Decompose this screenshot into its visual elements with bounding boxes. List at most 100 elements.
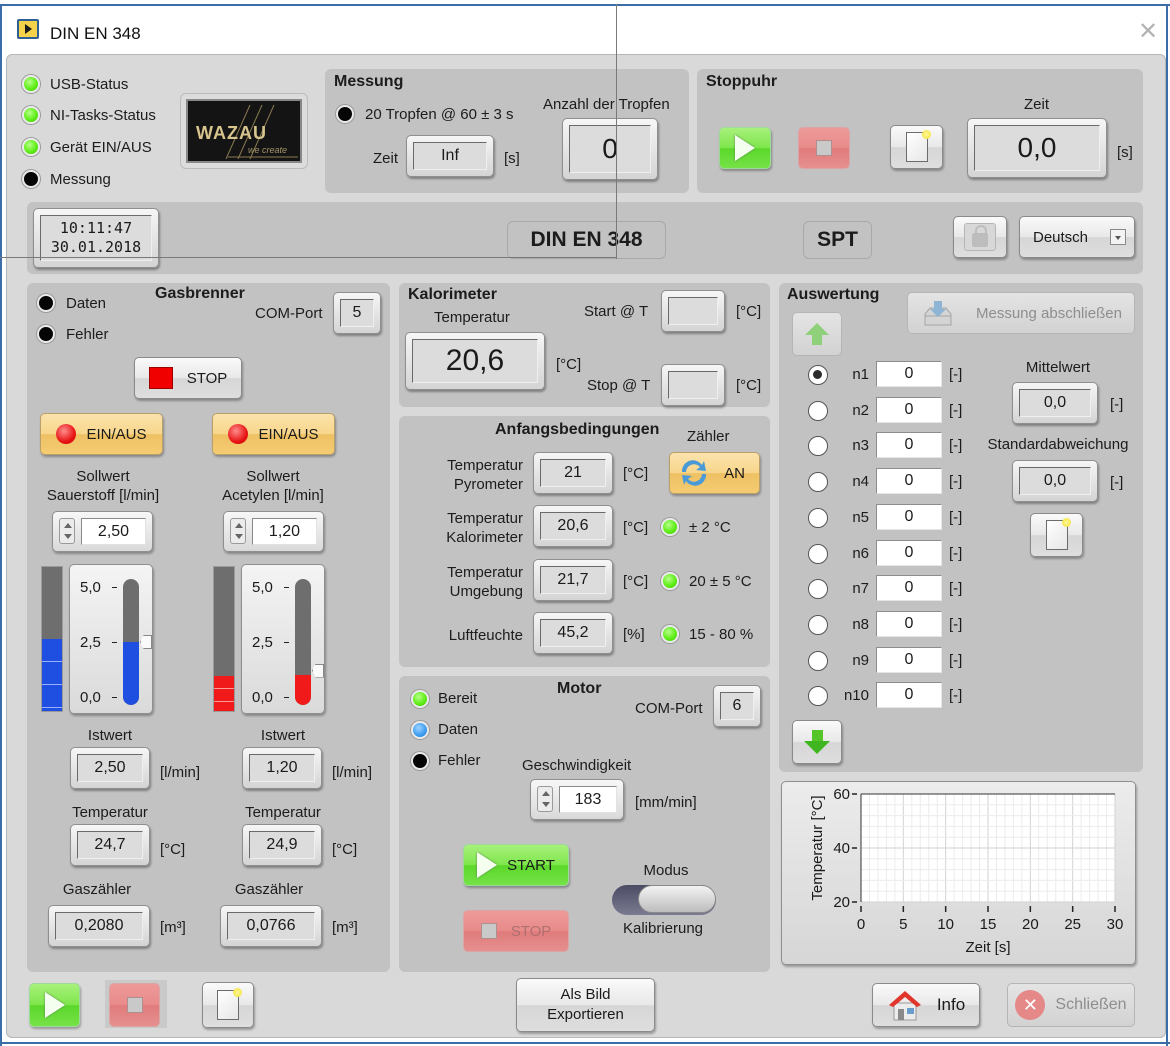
info-button[interactable]: Info [872,983,980,1027]
sauerstoff-sollwert-label-1: Sollwert [76,468,130,485]
acetylen-sollwert-stepper[interactable]: 1,20 [223,511,324,552]
stoppuhr-stop-button[interactable] [798,127,850,169]
export-image-button[interactable]: Als Bild Exportieren [516,978,655,1032]
datetime-display: 10:11:47 30.01.2018 [33,208,159,268]
tick-mark [284,697,289,698]
start-at-t-value[interactable] [668,297,718,325]
close-icon[interactable]: ✕ [1138,20,1158,44]
x-tick-label: 5 [899,916,907,933]
sauerstoff-tick-mid: 2,5 [80,634,101,651]
umgebung-display: 21,7 [533,559,613,601]
title-bar: DIN EN 348 ✕ [2,6,1166,52]
guide-line-horizontal [0,257,617,258]
stop-at-t-unit: [°C] [736,377,762,394]
speed-stepper[interactable]: 183 [530,779,624,820]
tropfen-count-display: 0 [562,118,658,180]
sauerstoff-gas-value: 0,2080 [55,912,143,940]
sauerstoff-bar-meter [41,566,63,712]
sauerstoff-stepper-arrows[interactable] [59,518,75,544]
date-value: 30.01.2018 [50,238,142,256]
acetylen-toggle-button[interactable]: EIN/AUS [212,413,335,455]
modus-label: Modus [643,862,689,879]
main-stop-button[interactable] [109,983,160,1027]
window-border-bottom [0,1042,1170,1044]
zaehler-label: Zähler [687,428,730,445]
n-row-radio[interactable] [808,686,828,707]
n-row-value[interactable]: 0 [876,610,942,637]
n-row-radio[interactable] [808,472,828,493]
sauerstoff-slider-handle[interactable] [140,635,152,649]
start-at-t-field[interactable] [661,290,725,332]
n-row-value[interactable]: 0 [876,682,942,709]
acetylen-temp-value: 24,9 [249,831,315,859]
n-row-radio[interactable] [808,579,828,600]
auswertung-reset-button[interactable] [1030,513,1083,557]
tick-mark [112,697,117,698]
n-row-value[interactable]: 0 [876,468,942,495]
n-row-value[interactable]: 0 [876,432,942,459]
move-down-button[interactable] [792,720,842,764]
n-row-radio[interactable] [808,400,828,421]
n-row-radio[interactable] [808,650,828,671]
n-row-value[interactable]: 0 [876,361,942,387]
n-row-value[interactable]: 0 [876,503,942,530]
main-run-button[interactable] [29,983,80,1027]
lock-button[interactable] [953,216,1007,258]
n-row-radio[interactable] [808,614,828,635]
language-dropdown[interactable]: Deutsch [1019,216,1135,258]
stoppuhr-zeit-label: Zeit [1024,96,1050,113]
acetylen-temp-display: 24,9 [242,824,322,866]
n-row-radio[interactable] [808,436,828,457]
n-row-radio[interactable] [808,507,828,528]
auswertung-title: Auswertung [787,286,880,303]
main-reset-button[interactable] [202,982,254,1028]
sauerstoff-sollwert-value[interactable]: 2,50 [81,518,146,545]
n-row-unit: [-] [949,544,963,562]
acetylen-toggle-label: EIN/AUS [258,425,319,443]
modus-toggle[interactable] [612,885,716,915]
n-row-value[interactable]: 0 [876,539,942,566]
sauerstoff-slider[interactable]: 5,0 2,5 0,0 [69,564,153,714]
gasbrenner-title: Gasbrenner [155,285,245,302]
n-row-value[interactable]: 0 [876,575,942,602]
kalorimeter-temp-unit: [°C] [556,356,582,373]
pyrometer-unit: [°C] [623,465,649,482]
n-row-value[interactable]: 0 [876,396,942,423]
modus-value: Kalibrierung [622,920,704,937]
motor-stop-button[interactable]: STOP [463,910,569,952]
stoppuhr-reset-button[interactable] [890,125,943,169]
motor-title: Motor [557,680,602,697]
n-row-unit: [-] [949,508,963,526]
n-row-radio[interactable] [808,543,828,564]
acetylen-stepper-arrows[interactable] [230,518,246,544]
sauerstoff-toggle-button[interactable]: EIN/AUS [40,413,163,455]
messung-abschliessen-button[interactable]: Messung abschließen [907,292,1135,334]
acetylen-slider-handle[interactable] [312,663,324,678]
schliessen-button[interactable]: ✕ Schließen [1007,983,1135,1027]
zaehler-button[interactable]: AN [669,452,760,494]
motor-start-button[interactable]: START [463,844,569,886]
acetylen-sollwert-value[interactable]: 1,20 [252,518,317,545]
acetylen-slider[interactable]: 5,0 2,5 0,0 [241,564,325,714]
n-row-value[interactable]: 0 [876,646,942,673]
n-row-radio[interactable] [808,365,828,385]
stop-at-t-field[interactable] [661,364,725,406]
gasbrenner-stop-button[interactable]: STOP [134,357,242,399]
window-border-left [0,4,2,1046]
sauerstoff-istwert-unit: [l/min] [160,764,201,781]
luftfeuchte-value: 45,2 [540,619,606,647]
speed-stepper-arrows[interactable] [537,786,553,812]
motor-com-value: 6 [720,692,754,720]
n-row-label: n1 [852,366,869,383]
gasbrenner-panel: Daten Fehler Gasbrenner COM-Port 5 STOP … [27,283,390,972]
usb-status-led [22,75,40,93]
move-up-button[interactable] [792,312,842,356]
modus-toggle-knob[interactable] [638,885,716,913]
stop-at-t-value[interactable] [668,371,718,399]
mittelwert-unit: [-] [1110,396,1124,413]
speed-value[interactable]: 183 [559,786,617,813]
stoppuhr-start-button[interactable] [719,127,771,169]
n-row-label: n7 [852,580,869,598]
mittelwert-value: 0,0 [1019,389,1091,417]
sauerstoff-sollwert-stepper[interactable]: 2,50 [52,511,153,552]
